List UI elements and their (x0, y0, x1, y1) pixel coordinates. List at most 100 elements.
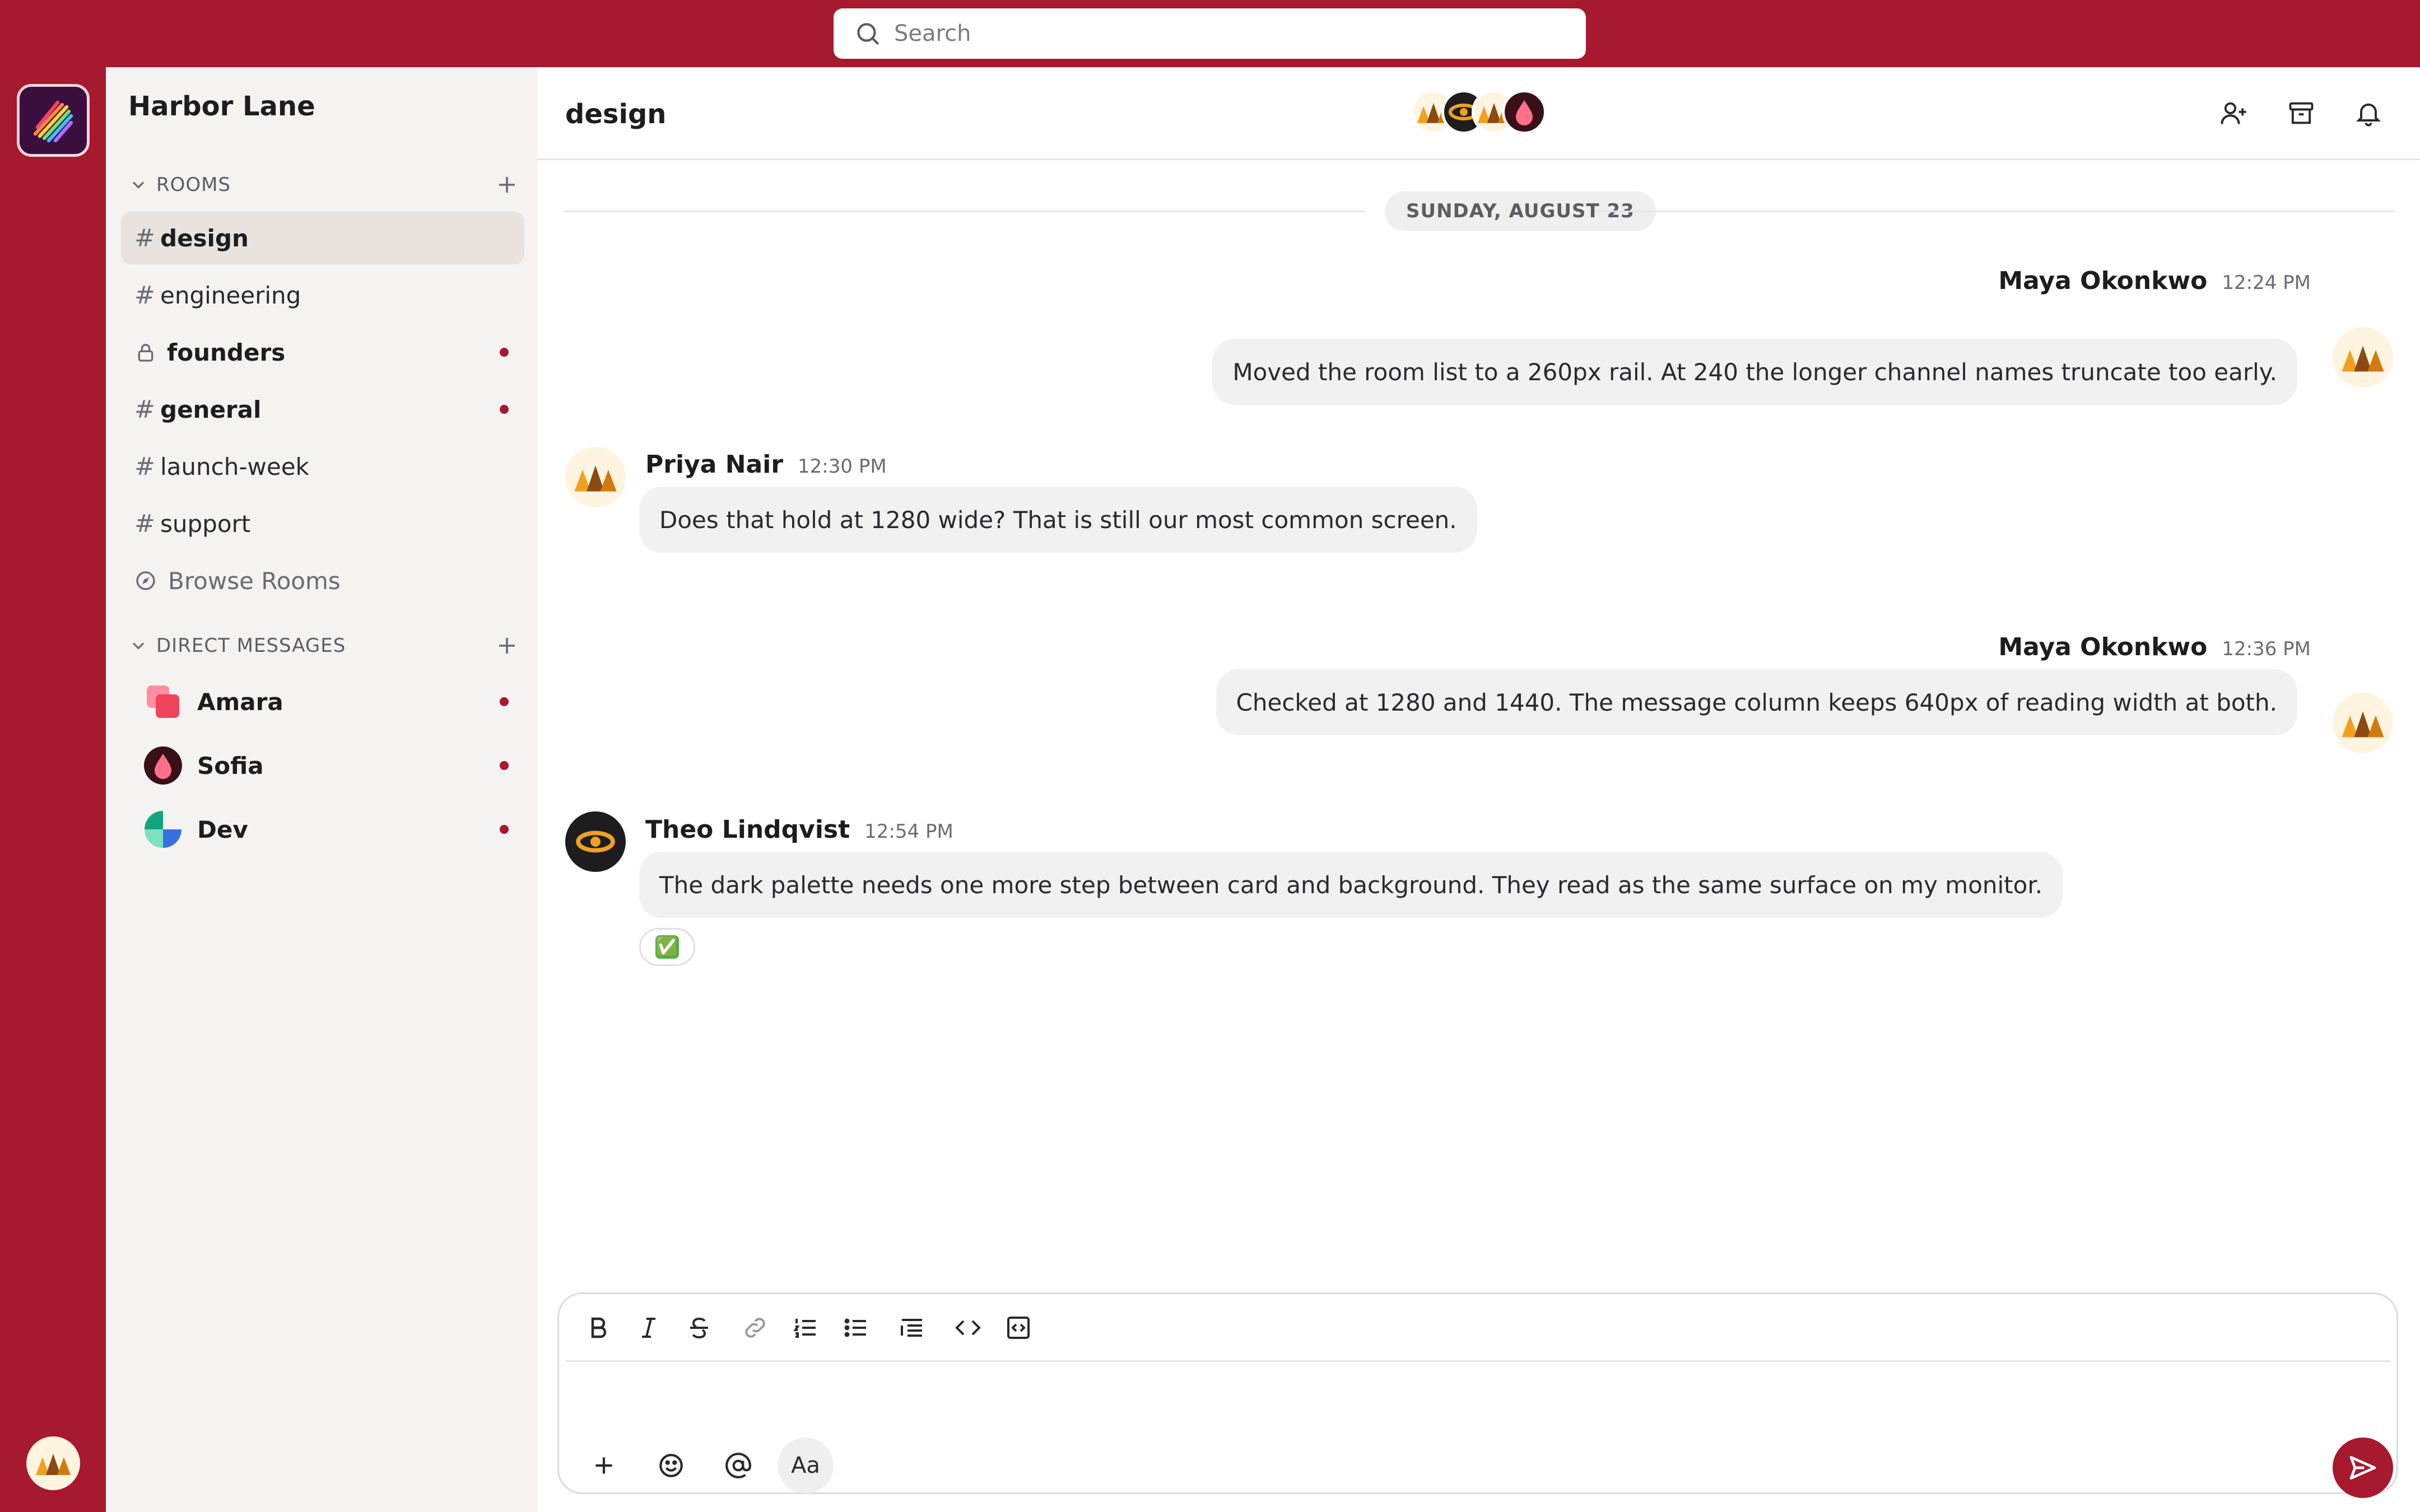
workspace-logo-icon (33, 100, 73, 143)
dm-section-title: DIRECT MESSAGES (156, 634, 346, 657)
workspace-logo[interactable] (17, 84, 90, 157)
blockquote-icon (901, 1319, 922, 1337)
message-author[interactable]: Maya Okonkwo (1998, 267, 2207, 295)
bold-button[interactable] (581, 1311, 615, 1345)
dm-section-header[interactable]: DIRECT MESSAGES (128, 629, 520, 662)
eye-avatar-icon (576, 830, 615, 853)
message-avatar[interactable] (565, 811, 626, 872)
sidebar: Harbor Lane ROOMS # design # engineering… (106, 67, 537, 1512)
message-bubble[interactable]: The dark palette needs one more step bet… (639, 852, 2063, 918)
hash-icon: # (134, 395, 155, 424)
browse-rooms-button[interactable]: Browse Rooms (121, 554, 524, 607)
message-bubble[interactable]: Checked at 1280 and 1440. The message co… (1216, 669, 2297, 735)
bullet-list-button[interactable] (839, 1311, 873, 1345)
add-member-button[interactable] (2216, 95, 2252, 131)
message-avatar[interactable] (565, 447, 626, 507)
header-actions (2185, 95, 2386, 131)
archive-button[interactable] (2283, 95, 2319, 131)
sidebar-item-label: engineering (160, 281, 301, 309)
dev-avatar-icon (145, 811, 182, 848)
plus-icon (595, 1457, 612, 1474)
chevron-down-icon (132, 642, 145, 650)
bullet-list-icon (844, 1318, 866, 1337)
sidebar-item-general[interactable]: # general (121, 383, 524, 436)
ordered-list-button[interactable] (789, 1311, 822, 1345)
sidebar-item-launch-week[interactable]: # launch-week (121, 440, 524, 493)
code-button[interactable] (951, 1311, 985, 1345)
bell-icon (2356, 103, 2381, 127)
sidebar-item-label: founders (167, 338, 286, 366)
unread-dot (500, 761, 509, 770)
message-composer: Aa (557, 1292, 2398, 1498)
dm-item-amara[interactable]: Amara (121, 674, 524, 730)
notifications-button[interactable] (2351, 95, 2386, 131)
unread-dot (500, 348, 509, 357)
smiley-icon (659, 1454, 683, 1477)
unread-dot (500, 697, 509, 706)
member-avatar (1502, 90, 1547, 134)
composer-actions: Aa (576, 1438, 845, 1494)
message-author[interactable]: Maya Okonkwo (1998, 633, 2207, 661)
message-bubble[interactable]: Does that hold at 1280 wide? That is sti… (639, 487, 1477, 553)
message-header: Priya Nair 12:30 PM (645, 450, 887, 479)
message-header: Maya Okonkwo 12:24 PM (1998, 267, 2311, 295)
message-author[interactable]: Priya Nair (645, 450, 783, 479)
sidebar-item-engineering[interactable]: # engineering (121, 269, 524, 321)
link-button[interactable] (738, 1311, 772, 1345)
message-time: 12:54 PM (864, 820, 953, 843)
strikethrough-button[interactable] (682, 1311, 716, 1345)
drop-avatar-icon (1516, 100, 1533, 125)
message-input[interactable] (581, 1373, 2318, 1423)
message-time: 12:30 PM (798, 455, 887, 478)
mountains-avatar-icon (36, 1454, 71, 1475)
hash-icon: # (134, 281, 155, 310)
code-block-button[interactable] (1002, 1311, 1035, 1345)
rooms-section-header[interactable]: ROOMS (128, 168, 520, 202)
emoji-button[interactable] (643, 1438, 699, 1494)
mountains-avatar-icon (2342, 346, 2384, 372)
sidebar-item-label: support (160, 510, 251, 538)
dm-item-label: Dev (197, 815, 248, 843)
send-button[interactable] (2333, 1438, 2393, 1498)
room-members[interactable] (1411, 90, 1547, 137)
mountains-avatar-icon (574, 465, 617, 492)
sidebar-item-support[interactable]: # support (121, 497, 524, 550)
mention-button[interactable] (710, 1438, 766, 1494)
blockquote-button[interactable] (895, 1311, 929, 1345)
reaction-checkmark[interactable]: ✅ (639, 928, 695, 966)
message-avatar[interactable] (2333, 693, 2393, 753)
amara-avatar-icon (147, 685, 179, 718)
unread-dot (500, 405, 509, 414)
dm-item-label: Amara (197, 688, 283, 716)
format-toolbar (581, 1311, 1052, 1345)
hash-icon: # (134, 509, 155, 538)
dm-item-sofia[interactable]: Sofia (121, 738, 524, 794)
workspace-name: Harbor Lane (128, 91, 315, 122)
add-dm-icon[interactable] (494, 632, 520, 659)
user-avatar[interactable] (26, 1436, 80, 1490)
mountains-avatar-icon (2342, 711, 2384, 738)
browse-rooms-label: Browse Rooms (168, 567, 341, 595)
search-input[interactable] (894, 17, 1538, 50)
link-icon (745, 1318, 765, 1338)
italic-button[interactable] (632, 1311, 666, 1345)
text-format-button[interactable]: Aa (778, 1438, 834, 1494)
message-bubble[interactable]: Moved the room list to a 260px rail. At … (1212, 339, 2297, 405)
message-avatar[interactable] (2333, 327, 2393, 388)
search-bar[interactable] (834, 8, 1586, 59)
message-header: Theo Lindqvist 12:54 PM (645, 815, 953, 844)
italic-icon (642, 1318, 655, 1338)
message-header: Maya Okonkwo 12:36 PM (1998, 633, 2311, 661)
hash-icon: # (134, 452, 155, 481)
dm-item-dev[interactable]: Dev (121, 801, 524, 857)
sidebar-item-founders[interactable]: founders (121, 326, 524, 379)
sidebar-item-design[interactable]: # design (121, 212, 524, 264)
message-author[interactable]: Theo Lindqvist (645, 815, 850, 844)
add-room-icon[interactable] (494, 171, 520, 198)
sidebar-item-label: design (160, 224, 249, 252)
attach-button[interactable] (576, 1438, 632, 1494)
message-time: 12:36 PM (2222, 638, 2311, 660)
rooms-section-title: ROOMS (156, 174, 231, 196)
bold-icon (591, 1317, 607, 1338)
send-icon (2349, 1456, 2376, 1480)
